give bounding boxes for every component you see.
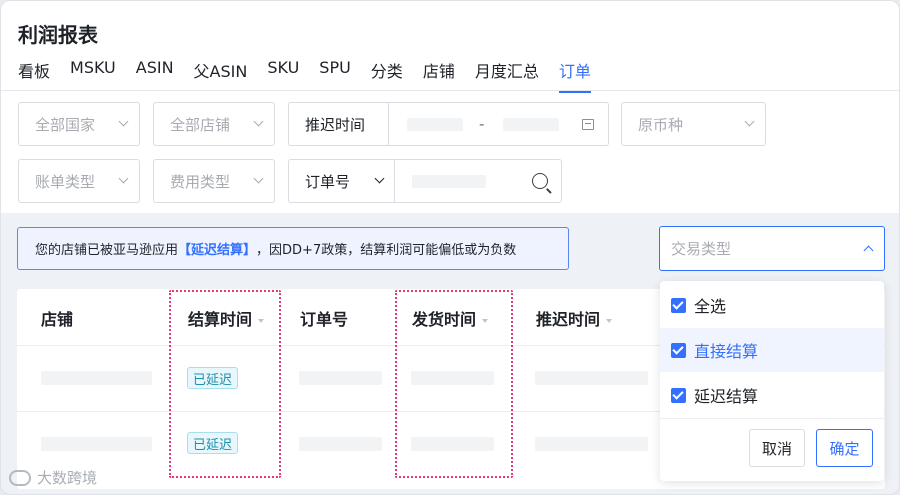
option-label: 全选 — [694, 297, 727, 316]
currency-select[interactable]: 原币种 — [621, 102, 766, 146]
watermark-logo-icon — [9, 469, 31, 486]
chevron-down-icon — [118, 173, 129, 184]
shop-select[interactable]: 全部店铺 — [153, 102, 275, 146]
profit-report-panel: 利润报表 看板 MSKU ASIN 父ASIN SKU SPU 分类 店铺 月度… — [0, 0, 900, 495]
settlement-time-highlight — [169, 290, 281, 478]
delay-time-cell-placeholder — [535, 371, 648, 385]
notice-prefix: 您的店铺已被亚马逊应用 — [35, 243, 179, 258]
tab-msku[interactable]: MSKU — [70, 58, 116, 84]
transaction-type-dropdown: 全选 直接结算 延迟结算 取消 确定 — [660, 281, 884, 481]
delay-time-cell-placeholder — [535, 437, 648, 451]
chevron-down-icon — [118, 116, 129, 127]
currency-select-value: 原币种 — [638, 115, 684, 134]
tab-divider — [1, 90, 899, 91]
option-label: 直接结算 — [694, 342, 759, 361]
shop-cell-placeholder — [41, 437, 152, 451]
country-select-value: 全部国家 — [35, 115, 96, 134]
notice-suffix: ，因DD+7政策，结算利润可能偏低或为负数 — [256, 243, 517, 258]
column-header-order-number[interactable]: 订单号 — [300, 306, 348, 330]
delay-time-label: 推迟时间 — [288, 102, 389, 146]
option-label: 延迟结算 — [694, 387, 759, 406]
transaction-type-placeholder: 交易类型 — [671, 240, 732, 258]
tab-bar: 看板 MSKU ASIN 父ASIN SKU SPU 分类 店铺 月度汇总 订单 — [18, 58, 611, 93]
checkbox-checked-icon[interactable] — [671, 387, 686, 403]
end-date-input[interactable] — [503, 118, 559, 131]
shop-select-value: 全部店铺 — [170, 115, 231, 134]
chevron-down-icon — [744, 116, 755, 127]
tab-parent-asin[interactable]: 父ASIN — [194, 58, 248, 84]
ship-time-highlight — [395, 290, 513, 478]
order-field-label: 订单号 — [305, 172, 351, 191]
order-cell-placeholder — [299, 437, 382, 451]
cancel-button[interactable]: 取消 — [749, 429, 805, 467]
chevron-down-icon — [253, 116, 264, 127]
chevron-down-icon — [253, 173, 264, 184]
search-icon[interactable] — [532, 173, 548, 189]
tab-sku[interactable]: SKU — [267, 58, 299, 84]
option-select-all[interactable]: 全选 — [660, 283, 884, 327]
chevron-down-icon — [374, 173, 385, 184]
country-select[interactable]: 全部国家 — [18, 102, 140, 146]
dropdown-divider — [660, 418, 884, 419]
order-cell-placeholder — [299, 371, 382, 385]
checkbox-checked-icon[interactable] — [671, 297, 686, 313]
sort-icon[interactable] — [606, 319, 613, 323]
tab-orders[interactable]: 订单 — [558, 58, 591, 93]
page-title: 利润报表 — [18, 23, 98, 47]
calendar-icon[interactable] — [582, 119, 594, 130]
tab-monthly-summary[interactable]: 月度汇总 — [475, 58, 539, 84]
column-header-shop[interactable]: 店铺 — [41, 306, 73, 330]
tab-spu[interactable]: SPU — [319, 58, 351, 84]
order-number-search-input[interactable] — [394, 159, 562, 203]
fee-type-select[interactable]: 费用类型 — [153, 159, 275, 203]
date-separator: - — [479, 115, 485, 133]
order-field-select[interactable]: 订单号 — [288, 159, 395, 203]
option-direct-settlement[interactable]: 直接结算 — [660, 328, 884, 372]
checkbox-checked-icon[interactable] — [671, 342, 686, 358]
tab-shop[interactable]: 店铺 — [423, 58, 455, 84]
tab-dashboard[interactable]: 看板 — [18, 58, 50, 84]
confirm-button[interactable]: 确定 — [816, 429, 873, 467]
watermark-text: 大数跨境 — [37, 469, 98, 487]
tab-category[interactable]: 分类 — [371, 58, 403, 84]
bill-type-select[interactable]: 账单类型 — [18, 159, 140, 203]
delay-date-range-picker[interactable]: - — [388, 102, 609, 146]
option-delayed-settlement[interactable]: 延迟结算 — [660, 373, 884, 417]
bill-type-select-value: 账单类型 — [35, 172, 96, 191]
column-header-delay-time[interactable]: 推迟时间 — [536, 306, 613, 330]
chevron-up-icon — [863, 245, 874, 256]
header-area: 利润报表 看板 MSKU ASIN 父ASIN SKU SPU 分类 店铺 月度… — [1, 1, 899, 213]
start-date-input[interactable] — [407, 118, 463, 131]
transaction-type-select[interactable]: 交易类型 — [659, 226, 885, 271]
fee-type-select-value: 费用类型 — [170, 172, 231, 191]
notice-highlight: 【延迟结算】 — [178, 243, 257, 258]
shop-cell-placeholder — [41, 371, 152, 385]
delayed-settlement-notice: 您的店铺已被亚马逊应用 【延迟结算】 ，因DD+7政策，结算利润可能偏低或为负数 — [17, 227, 569, 270]
watermark: 大数跨境 — [9, 467, 97, 488]
order-number-input-placeholder — [412, 175, 486, 188]
tab-asin[interactable]: ASIN — [136, 58, 174, 84]
